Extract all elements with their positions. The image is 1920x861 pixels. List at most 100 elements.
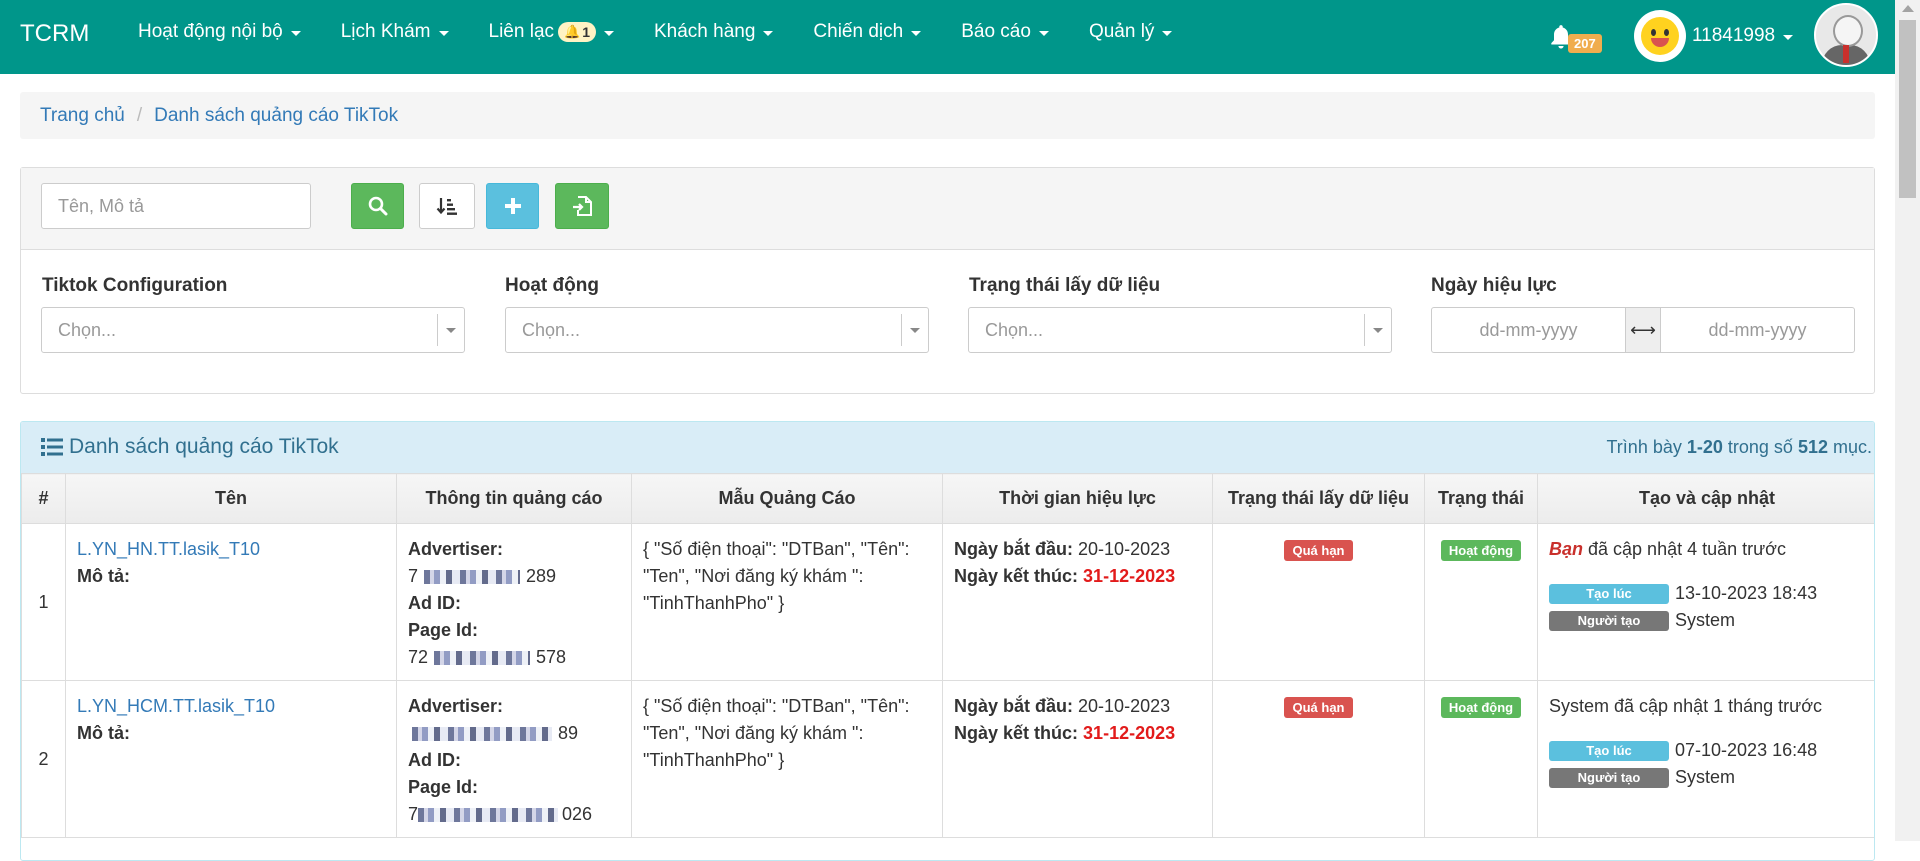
summary-total: 512 [1797, 437, 1828, 457]
menu-customers[interactable]: Khách hàng [634, 0, 793, 64]
add-button[interactable] [486, 183, 539, 229]
ad-name-link[interactable]: L.YN_HN.TT.lasik_T10 [77, 536, 385, 563]
import-button[interactable] [555, 183, 609, 229]
fetch-status-cell: Quá hạn [1212, 680, 1425, 838]
end-date: Ngày kết thúc: 31-12-2023 [954, 563, 1201, 590]
date-from-input[interactable]: dd-mm-yyyy [1432, 308, 1625, 352]
fetch-status-cell: Quá hạn [1212, 523, 1425, 681]
ad-template-cell: { "Số điện thoại": "DTBan", "Tên": "Ten"… [631, 523, 943, 681]
table-row: 1 L.YN_HN.TT.lasik_T10 Mô tả: Advertiser… [21, 523, 1874, 681]
col-header-fetch-status[interactable]: Trạng thái lấy dữ liệu [1212, 473, 1425, 524]
redacted-pixels [412, 727, 552, 742]
notification-count-badge: 207 [1568, 34, 1602, 53]
select-placeholder: Chọn... [58, 320, 117, 340]
caret-down-icon [290, 30, 301, 36]
caret-down-icon [911, 30, 922, 36]
end-date-value: 31-12-2023 [1083, 566, 1176, 586]
breadcrumb-current[interactable]: Danh sách quảng cáo TikTok [154, 105, 398, 127]
page-id-value: 72 578 [408, 644, 620, 671]
file-import-icon [573, 196, 592, 216]
col-header-ad-info[interactable]: Thông tin quảng cáo [396, 473, 632, 524]
col-header-name[interactable]: Tên [65, 473, 397, 524]
notifications-button[interactable]: 207 [1548, 20, 1602, 53]
caret-down-icon [1783, 34, 1794, 40]
row-index: 1 [21, 523, 66, 681]
col-header-index[interactable]: # [21, 473, 66, 524]
ad-name-link[interactable]: L.YN_HCM.TT.lasik_T10 [77, 693, 385, 720]
status-cell: Hoạt động [1424, 680, 1538, 838]
tiktok-config-select[interactable]: Chọn... [41, 307, 465, 353]
fetch-status-badge: Quá hạn [1284, 540, 1353, 561]
page-id-prefix: 7 [408, 804, 419, 824]
effective-time-cell: Ngày bắt đầu: 20-10-2023 Ngày kết thúc: … [942, 523, 1213, 681]
menu-management[interactable]: Quản lý [1069, 0, 1192, 64]
chevron-down-icon [1364, 314, 1391, 346]
user-smiley-avatar [1634, 10, 1686, 62]
user-id: 11841998 [1692, 25, 1776, 46]
menu-contacts[interactable]: Liên lạc 🔔 1 [469, 0, 634, 64]
badge-count: 1 [582, 24, 590, 40]
fetch-status-badge: Quá hạn [1284, 697, 1353, 718]
user-menu[interactable]: 11841998 [1634, 10, 1794, 62]
start-date: Ngày bắt đầu: 20-10-2023 [954, 693, 1201, 720]
col-header-created-updated[interactable]: Tạo và cập nhật [1537, 473, 1874, 524]
fetch-status-label: Trạng thái lấy dữ liệu [969, 275, 1161, 296]
start-label: Ngày bắt đầu: [954, 696, 1074, 716]
ad-info-cell: Advertiser: 7 289 Ad ID: Page Id: 72 578 [396, 523, 632, 681]
updated-text: đã cập nhật 4 tuần trước [1583, 539, 1786, 559]
page-id-prefix: 72 [408, 647, 429, 667]
end-date-value: 31-12-2023 [1083, 723, 1176, 743]
breadcrumb: Trang chủ / Danh sách quảng cáo TikTok [20, 92, 1875, 139]
description-label: Mô tả: [77, 723, 130, 743]
menu-label: Quản lý [1088, 21, 1155, 42]
page-id-value: 7 026 [408, 801, 620, 828]
table-row: 2 L.YN_HCM.TT.lasik_T10 Mô tả: Advertise… [21, 680, 1874, 838]
updated-info: Bạn đã cập nhật 4 tuần trước [1549, 536, 1865, 563]
profile-avatar[interactable] [1814, 3, 1878, 67]
list-icon [41, 438, 63, 456]
advertiser-label: Advertiser: [408, 539, 504, 559]
sort-amount-icon [436, 198, 457, 215]
scrollbar-thumb[interactable] [1899, 20, 1916, 198]
main-menu: Hoạt động nội bộ Lịch Khám Liên lạc 🔔 1 Kh… [118, 0, 1192, 74]
created-updated-cell: Bạn đã cập nhật 4 tuần trước Tạo lúc 13-1… [1537, 523, 1874, 681]
search-button[interactable] [351, 183, 404, 229]
col-header-ad-template[interactable]: Mẫu Quảng Cáo [631, 473, 943, 524]
advertiser-suffix: 89 [558, 723, 579, 743]
updated-text: System đã cập nhật 1 tháng trước [1549, 696, 1822, 716]
description-label: Mô tả: [77, 566, 130, 586]
sort-button[interactable] [419, 183, 475, 229]
end-date: Ngày kết thúc: 31-12-2023 [954, 720, 1201, 747]
menu-reports[interactable]: Báo cáo [941, 0, 1069, 64]
creator-line: Người tạo System [1549, 764, 1865, 791]
caret-down-icon [763, 30, 774, 36]
bell-icon: 🔔 [564, 24, 581, 39]
menu-campaigns[interactable]: Chiến dịch [793, 0, 941, 64]
ad-id-label: Ad ID: [408, 750, 461, 770]
scroll-up-arrow-icon[interactable] [1902, 5, 1914, 12]
redacted-pixels [434, 651, 531, 666]
start-label: Ngày bắt đầu: [954, 539, 1074, 559]
breadcrumb-home-link[interactable]: Trang chủ [40, 105, 125, 127]
search-icon [368, 196, 387, 216]
end-label: Ngày kết thúc: [954, 723, 1079, 743]
menu-appointments[interactable]: Lịch Khám [321, 0, 469, 64]
fetch-status-select[interactable]: Chọn... [968, 307, 1392, 353]
filter-panel: Tiktok Configuration Chọn... Hoạt động C… [20, 167, 1875, 394]
date-to-input[interactable]: dd-mm-yyyy [1661, 308, 1854, 352]
status-badge: Hoạt động [1440, 540, 1522, 561]
panel-title: Danh sách quảng cáo TikTok [41, 435, 339, 459]
creator-badge: Người tạo [1549, 611, 1669, 632]
brand-logo[interactable]: TCRM [20, 20, 89, 48]
search-input[interactable] [41, 183, 311, 229]
col-header-effective-time[interactable]: Thời gian hiệu lực [942, 473, 1213, 524]
breadcrumb-separator: / [136, 104, 143, 126]
contacts-badge: 🔔 1 [558, 22, 596, 42]
col-header-status[interactable]: Trạng thái [1424, 473, 1538, 524]
activity-select[interactable]: Chọn... [505, 307, 929, 353]
menu-internal-activities[interactable]: Hoạt động nội bộ [118, 0, 321, 64]
ads-table-panel: Danh sách quảng cáo TikTok Trình bày 1-2… [20, 421, 1875, 861]
updated-info: System đã cập nhật 1 tháng trước [1549, 693, 1865, 720]
created-at-line: Tạo lúc 13-10-2023 18:43 [1549, 580, 1865, 607]
created-updated-cell: System đã cập nhật 1 tháng trước Tạo lúc… [1537, 680, 1874, 838]
